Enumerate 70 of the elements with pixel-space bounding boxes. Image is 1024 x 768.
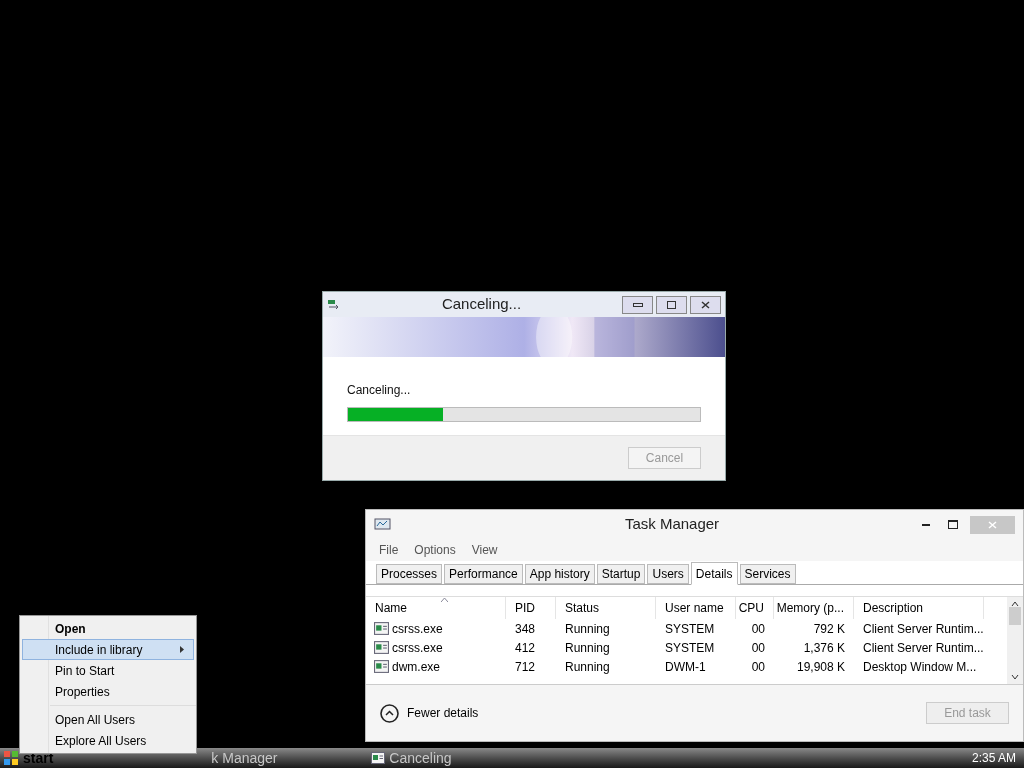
window-icon <box>371 752 386 764</box>
table-cell-text: 348 <box>514 620 537 638</box>
tab[interactable]: Users <box>647 564 689 584</box>
windows-logo-icon <box>3 750 19 766</box>
monitor-icon <box>374 517 392 532</box>
table-cell-text: Client Server Runtim... <box>862 620 984 638</box>
tab[interactable]: Services <box>739 564 796 584</box>
table-cell-text: Running <box>564 639 611 657</box>
close-button[interactable] <box>690 295 721 314</box>
table-cell-text: 1,376 K <box>802 639 846 657</box>
table-cell-text: csrss.exe <box>392 620 443 638</box>
menu-item[interactable]: Properties <box>22 681 194 702</box>
clock: 2:35 AM <box>971 750 1017 767</box>
table-cell-text: 00 <box>750 620 766 638</box>
column-header[interactable]: CPU <box>736 597 774 619</box>
transfer-icon <box>327 298 341 311</box>
table-cell-text: 00 <box>750 658 766 676</box>
menu-item[interactable]: Pin to Start <box>22 660 194 681</box>
column-header[interactable]: User name <box>656 597 736 619</box>
window-title: Task Manager <box>623 514 721 535</box>
minimize-button[interactable] <box>622 295 653 314</box>
close-icon <box>701 300 710 309</box>
table-cell-text: Running <box>564 658 611 676</box>
fewer-details-button[interactable]: Fewer details <box>380 703 479 723</box>
column-header[interactable]: Status <box>556 597 656 619</box>
menu-item[interactable]: Explore All Users <box>22 730 194 751</box>
status-message: Canceling... <box>347 382 412 399</box>
table-cell-text: 00 <box>750 639 766 657</box>
taskbar-item[interactable]: Canceling <box>371 747 452 768</box>
tab[interactable]: Startup <box>596 564 646 584</box>
table-cell-text: Desktop Window M... <box>862 658 978 676</box>
process-icon <box>374 660 389 673</box>
menu-item[interactable]: View <box>471 541 498 559</box>
menu-item[interactable]: Options <box>414 541 456 559</box>
column-header[interactable]: PID <box>506 597 556 619</box>
close-icon <box>988 520 997 529</box>
tab[interactable]: Processes <box>376 564 443 584</box>
scroll-down-icon[interactable] <box>1011 674 1019 680</box>
table-cell-text: 19,908 K <box>795 658 846 676</box>
column-header[interactable]: Description <box>854 597 984 619</box>
table-cell-text: SYSTEM <box>664 620 716 638</box>
tab[interactable]: Details <box>690 562 738 585</box>
column-header[interactable]: Name <box>366 597 506 619</box>
maximize-button[interactable] <box>656 295 687 314</box>
tab[interactable]: App history <box>524 564 595 584</box>
submenu-arrow-icon <box>180 646 184 653</box>
column-header[interactable]: Memory (p... <box>774 597 854 619</box>
table-cell-text: SYSTEM <box>664 639 716 657</box>
tab[interactable]: Performance <box>444 564 523 584</box>
taskbar-item[interactable]: k Manager <box>211 747 342 768</box>
menu-item[interactable]: Include in library <box>22 639 194 660</box>
table-cell-text: csrss.exe <box>392 639 443 657</box>
table-cell-text: dwm.exe <box>392 658 441 676</box>
process-icon <box>374 641 389 654</box>
menu-item[interactable]: Open <box>22 618 194 639</box>
menu-item[interactable]: Open All Users <box>22 709 194 730</box>
table-cell-text: Running <box>564 620 611 638</box>
table-cell-text: 792 K <box>812 620 846 638</box>
menu-item[interactable]: File <box>379 541 399 559</box>
window-title: Canceling... <box>440 294 523 315</box>
table-cell-text: Client Server Runtim... <box>862 639 984 657</box>
scroll-up-icon[interactable] <box>1011 601 1019 607</box>
process-icon <box>374 622 389 635</box>
sort-caret-icon <box>441 598 448 602</box>
table-cell-text: DWM-1 <box>664 658 707 676</box>
table-cell-text: 712 <box>514 658 537 676</box>
chevron-up-icon <box>380 703 399 723</box>
scroll-thumb[interactable] <box>1009 606 1021 625</box>
scrollbar[interactable] <box>1007 597 1023 684</box>
table-cell-text: 412 <box>514 639 537 657</box>
